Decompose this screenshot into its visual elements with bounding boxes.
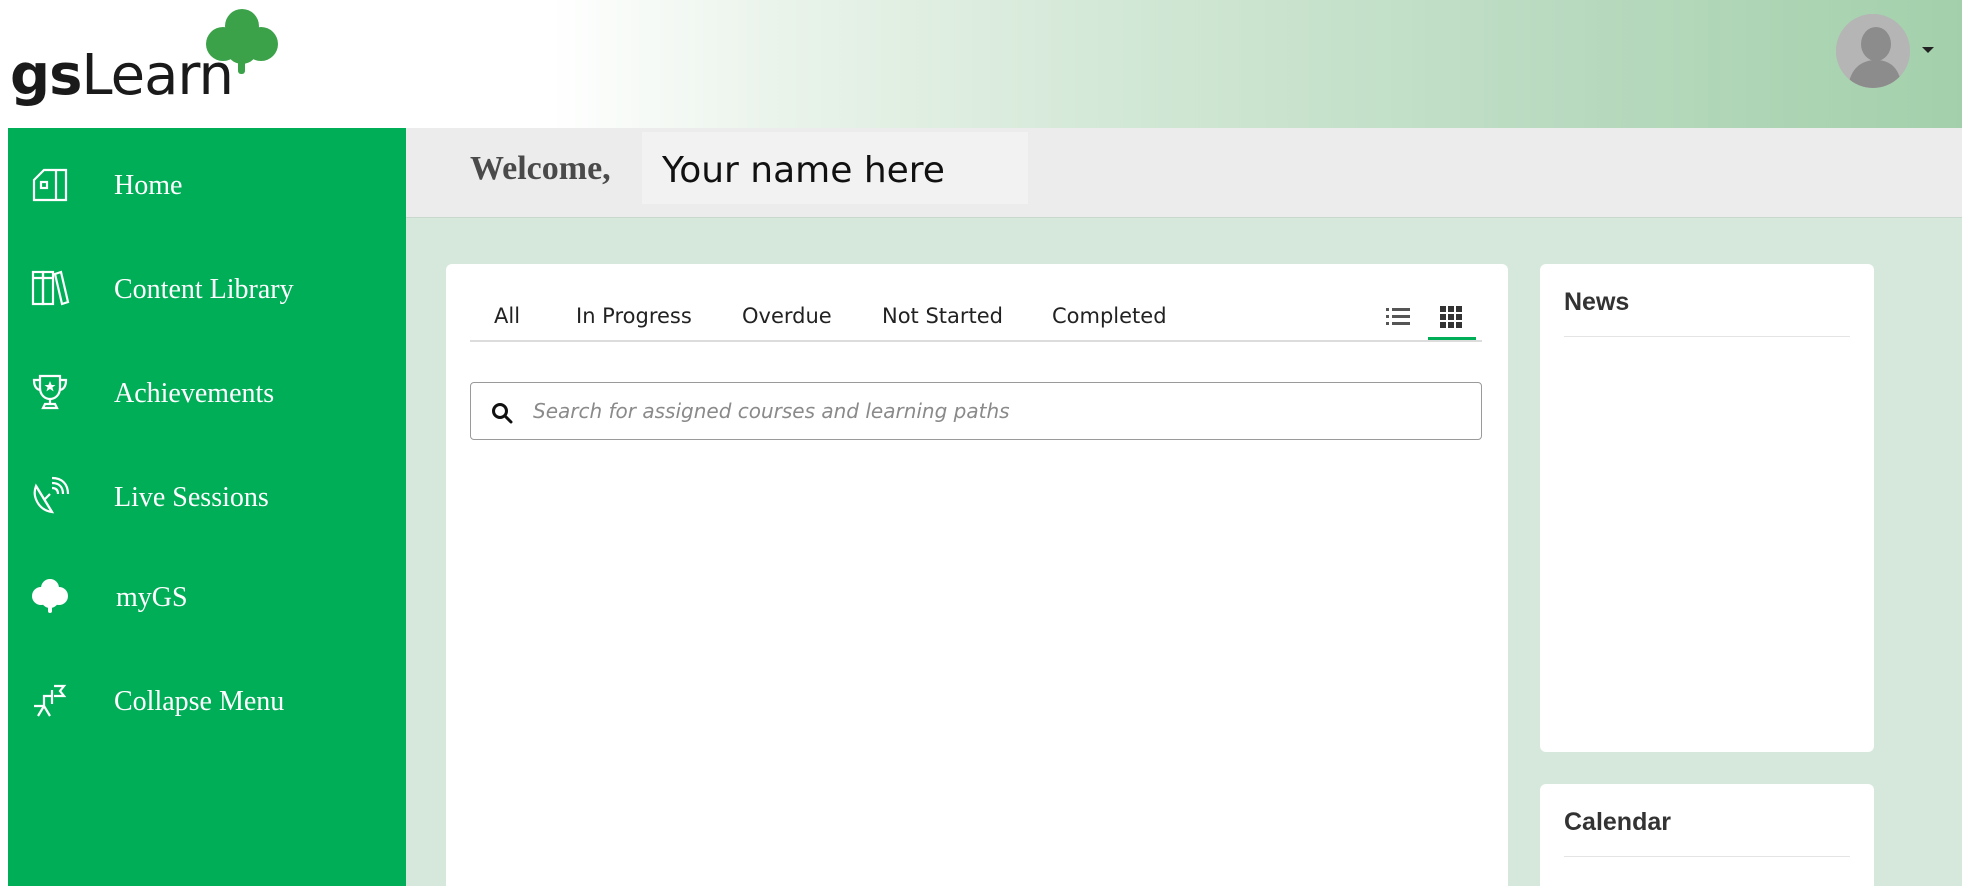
welcome-greeting: Welcome, <box>470 150 611 187</box>
sidebar-item-label: Achievements <box>114 378 275 409</box>
tab-in-progress[interactable]: In Progress <box>576 304 692 328</box>
sidebar-item-label: Home <box>114 170 183 201</box>
tab-all[interactable]: All <box>494 304 520 328</box>
sidebar-item-achievements[interactable]: Achievements <box>8 352 406 432</box>
tab-overdue[interactable]: Overdue <box>742 304 832 328</box>
satellite-dish-icon <box>33 476 70 514</box>
news-divider <box>1564 336 1850 337</box>
tab-completed[interactable]: Completed <box>1052 304 1167 328</box>
user-menu[interactable] <box>1836 14 1936 90</box>
user-avatar-icon[interactable] <box>1836 14 1910 88</box>
collapse-arrow-icon <box>34 684 67 717</box>
sidebar-item-label: Content Library <box>114 274 294 305</box>
search-input[interactable] <box>533 393 1463 429</box>
trophy-icon <box>32 374 68 410</box>
assignments-card: All In Progress Overdue Not Started Comp… <box>446 264 1508 886</box>
main-content: Welcome, Your name here All In Progress … <box>406 128 1962 886</box>
user-name: Your name here <box>662 150 945 191</box>
sidebar-item-live-sessions[interactable]: Live Sessions <box>8 456 406 536</box>
grid-view-button[interactable] <box>1428 294 1476 340</box>
sidebar-item-label: Live Sessions <box>114 482 269 513</box>
search-icon <box>492 403 513 424</box>
avatar-silhouette-icon <box>1836 14 1910 88</box>
welcome-bar: Welcome, Your name here <box>406 128 1962 218</box>
home-icon <box>32 168 68 202</box>
tab-not-started[interactable]: Not Started <box>882 304 1003 328</box>
calendar-card: Calendar <box>1540 784 1874 886</box>
sidebar-item-label: Collapse Menu <box>114 686 285 717</box>
sidebar-item-label: myGS <box>116 582 188 613</box>
assignment-tabs: All In Progress Overdue Not Started Comp… <box>470 284 1482 342</box>
calendar-title: Calendar <box>1564 808 1671 836</box>
clover-icon <box>32 579 68 613</box>
top-header: gsLearn <box>0 0 1962 128</box>
library-icon <box>31 270 70 306</box>
logo-learn: Learn <box>81 43 234 108</box>
sidebar-nav: Home Content Library Achievements Live S… <box>8 128 406 886</box>
user-name-box: Your name here <box>642 132 1028 204</box>
list-view-icon <box>1386 308 1410 325</box>
news-title: News <box>1564 288 1630 316</box>
calendar-divider <box>1564 856 1850 857</box>
logo-gs: gs <box>10 43 82 108</box>
sidebar-item-home[interactable]: Home <box>8 144 406 224</box>
gslearn-logo[interactable]: gsLearn <box>10 8 280 112</box>
grid-view-icon <box>1440 306 1462 328</box>
sidebar-item-content-library[interactable]: Content Library <box>8 248 406 328</box>
caret-down-icon[interactable] <box>1922 47 1934 53</box>
news-card: News <box>1540 264 1874 752</box>
sidebar-item-collapse-menu[interactable]: Collapse Menu <box>8 660 406 740</box>
sidebar-item-mygs[interactable]: myGS <box>8 556 406 636</box>
search-box[interactable] <box>470 382 1482 440</box>
list-view-button[interactable] <box>1374 294 1422 340</box>
logo-wordmark: gsLearn <box>10 48 234 104</box>
